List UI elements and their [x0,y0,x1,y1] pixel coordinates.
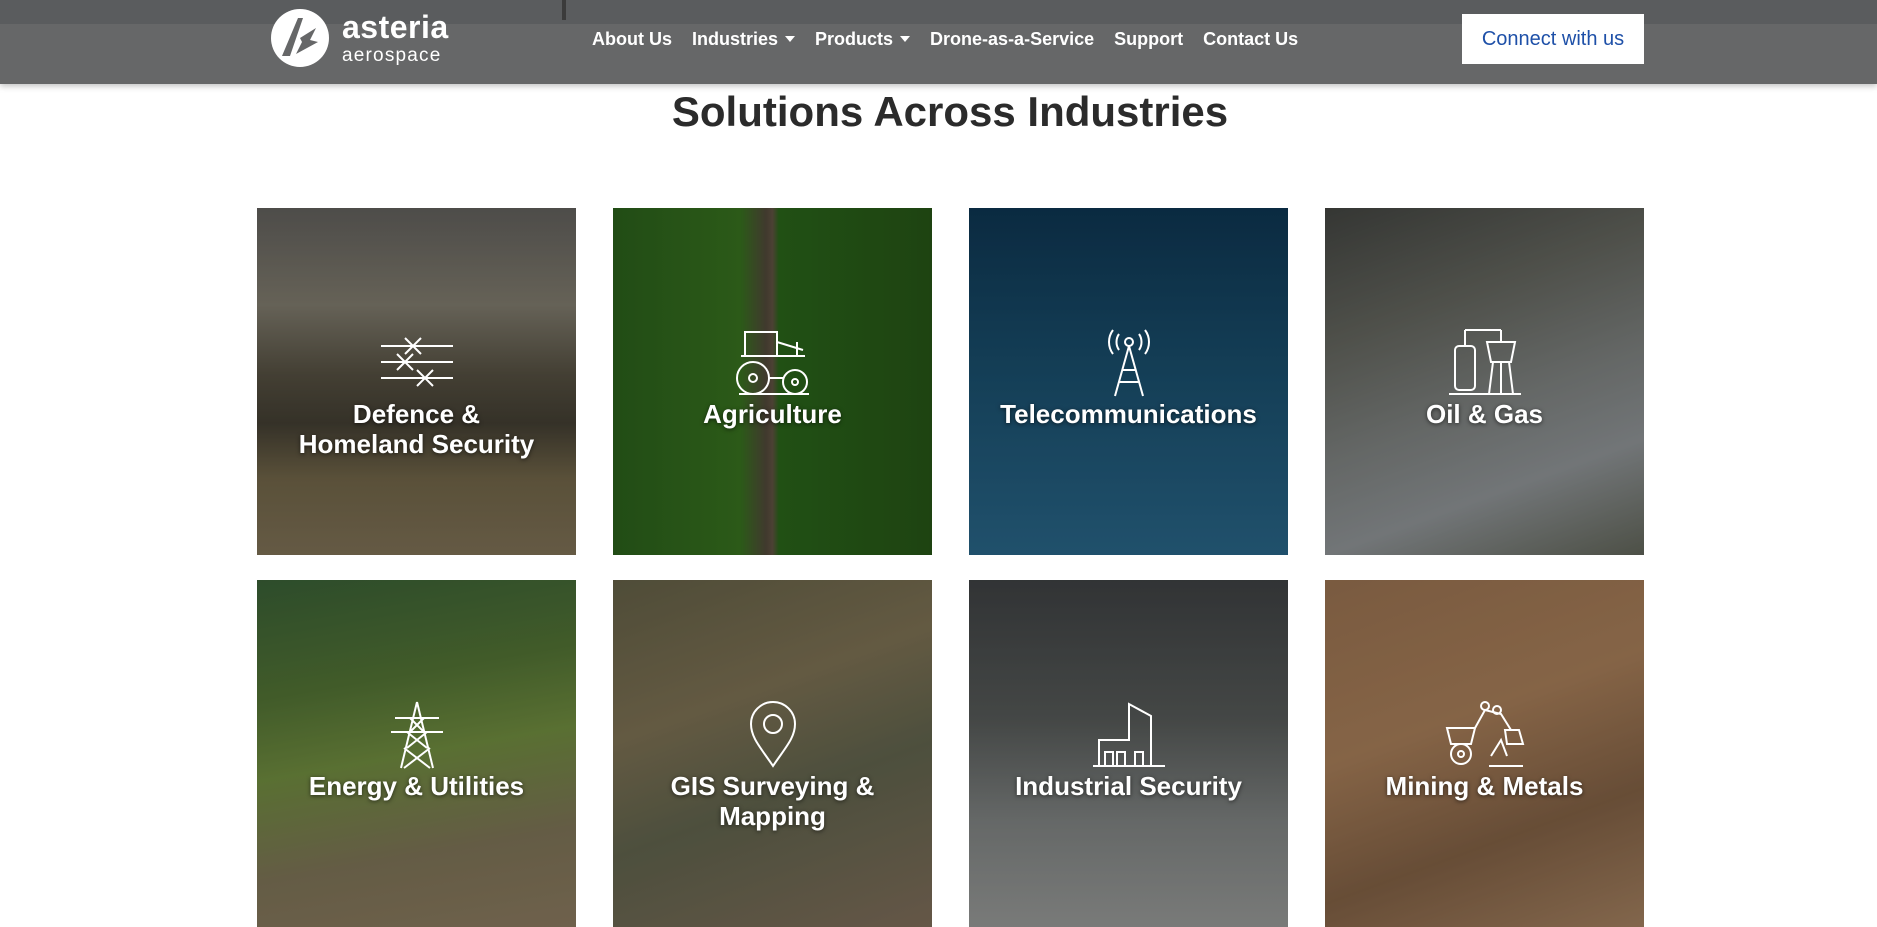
logo-wordmark: asteria aerospace [342,11,449,65]
radio-tower-icon [1107,329,1150,397]
tile-label-line: Energy & Utilities [308,771,525,801]
tile-industrial-security[interactable]: Industrial Security [969,580,1288,927]
nav-industries[interactable]: Industries [682,26,805,52]
excavator-icon [1445,701,1524,767]
nav-about-us[interactable]: About Us [592,26,682,52]
main-nav: About Us Industries Products Drone-as-a-… [592,26,1308,52]
tile-label-line: Homeland Security [298,429,535,459]
tile-label-line: GIS Surveying & [670,771,875,801]
tile-label: Energy & Utilities [257,771,576,801]
tile-label-line: Defence & [352,399,481,429]
tractor-icon [735,331,809,395]
site-header: asteria aerospace About Us Industries Pr… [0,0,1877,84]
tile-mining-metals[interactable]: Mining & Metals [1325,580,1644,927]
power-pylon-icon [390,701,443,769]
tile-label: Oil & Gas [1325,399,1644,429]
tile-label: Telecommunications [969,399,1288,429]
brand-logo[interactable]: asteria aerospace [270,6,449,70]
map-pin-icon [749,701,796,768]
nav-contact-us[interactable]: Contact Us [1193,26,1308,52]
tile-energy-utilities[interactable]: Energy & Utilities [257,580,576,927]
caret-down-icon [900,36,911,42]
tile-label-line: Industrial Security [1015,771,1242,801]
tile-agriculture[interactable]: Agriculture [613,208,932,555]
nav-label: Contact Us [1203,28,1299,49]
tile-label: GIS Surveying & Mapping [613,771,932,831]
barbed-wire-icon [380,337,453,387]
nav-drone-as-a-service[interactable]: Drone-as-a-Service [920,26,1104,52]
nav-label: Support [1114,28,1184,49]
tile-label-line: Mapping [719,801,826,831]
section-title: Solutions Across Industries [671,88,1229,135]
refinery-icon [1448,329,1521,395]
nav-support[interactable]: Support [1104,26,1193,52]
tile-defence[interactable]: Defence & Homeland Security [257,208,576,555]
tile-label-line: Agriculture [703,399,842,429]
tile-gis-surveying[interactable]: GIS Surveying & Mapping [613,580,932,927]
tile-oil-gas[interactable]: Oil & Gas [1325,208,1644,555]
logo-name: asteria [342,9,449,45]
tile-label: Defence & Homeland Security [257,399,576,459]
nav-label: Products [815,28,894,49]
nav-label: Drone-as-a-Service [930,28,1095,49]
scroll-indicator [562,0,566,20]
asteria-logo-icon [271,9,329,67]
tile-label-line: Oil & Gas [1425,399,1544,429]
nav-products[interactable]: Products [805,26,920,52]
tile-label: Agriculture [613,399,932,429]
factory-icon [1092,702,1165,767]
nav-label: Industries [692,28,779,49]
logo-subtitle: aerospace [342,45,442,66]
tile-telecommunications[interactable]: Telecommunications [969,208,1288,555]
tile-label-line: Mining & Metals [1385,771,1584,801]
tile-label: Industrial Security [969,771,1288,801]
tile-label: Mining & Metals [1325,771,1644,801]
nav-label: About Us [592,28,672,49]
connect-button[interactable]: Connect with us [1462,14,1644,64]
tile-label-line: Telecommunications [1000,399,1257,429]
caret-down-icon [785,36,796,42]
